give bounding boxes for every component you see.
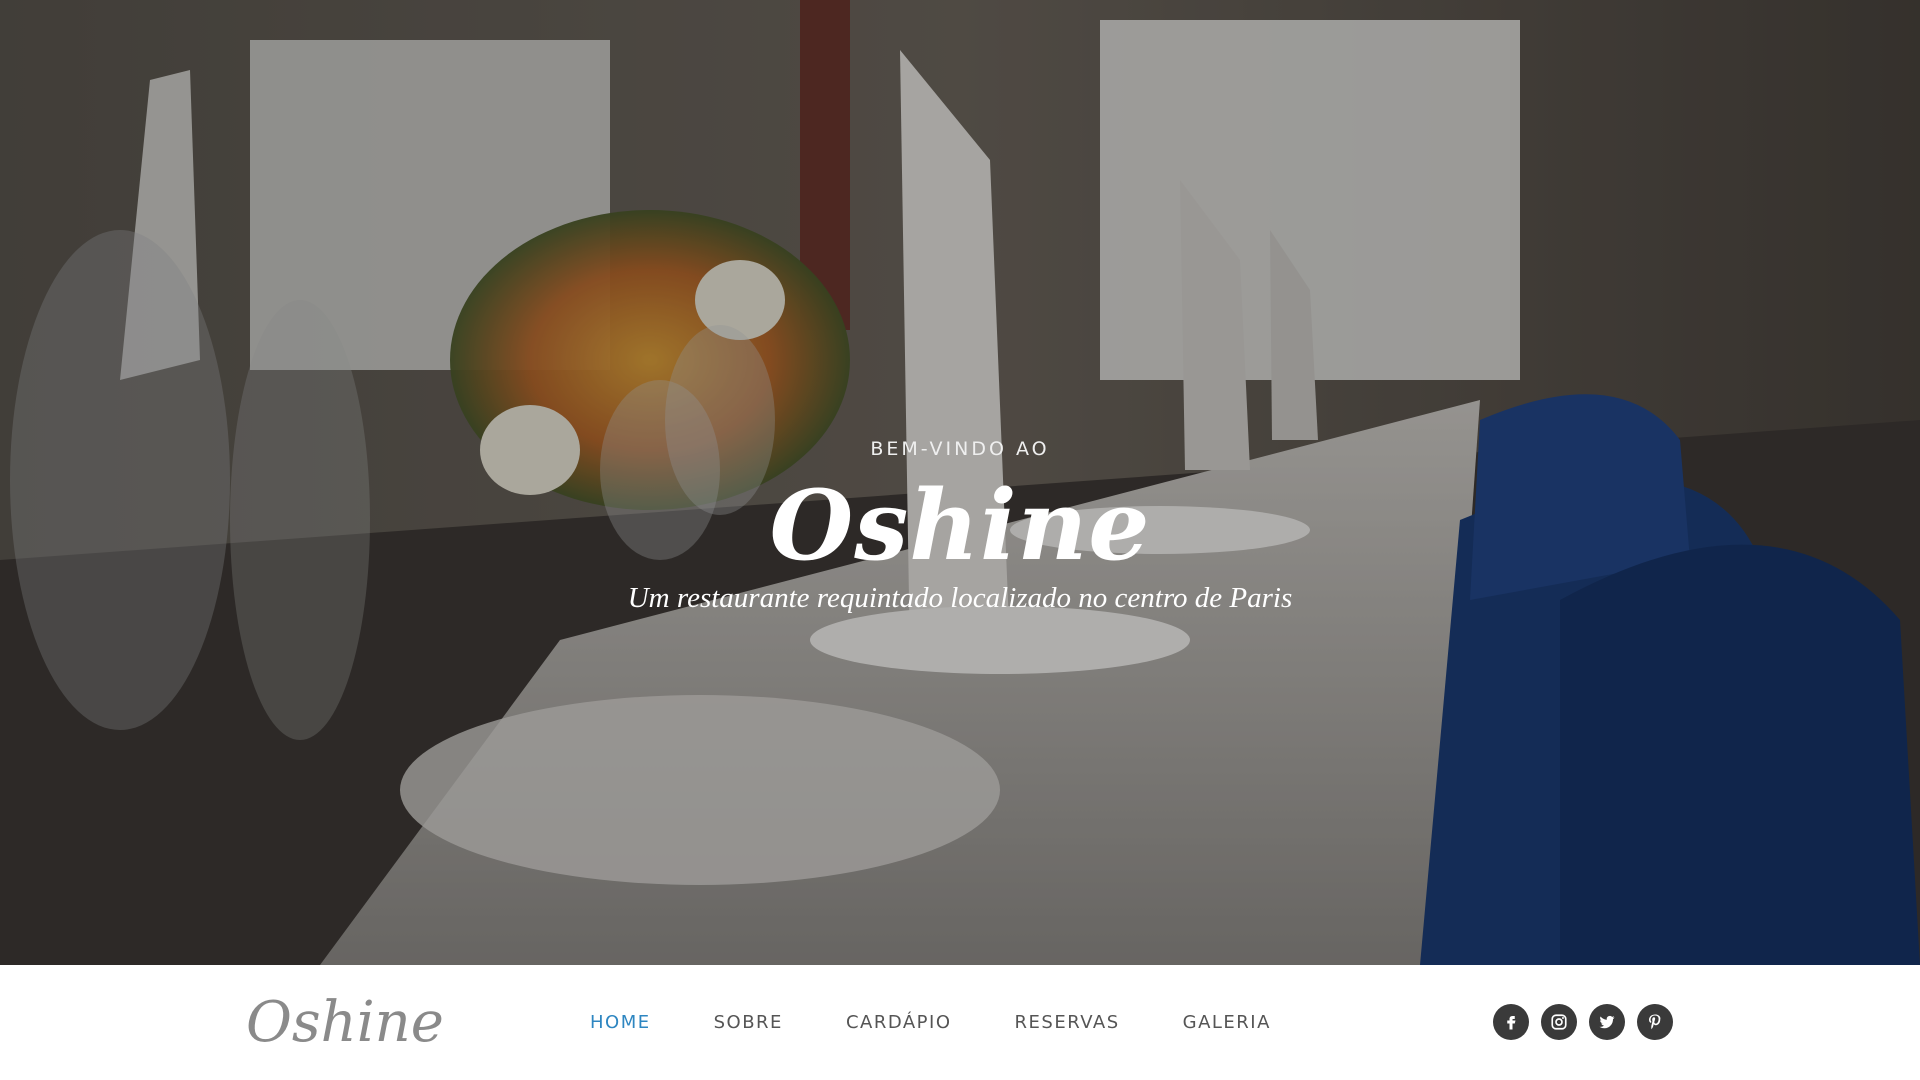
main-navbar: Oshine HOME SOBRE CARDÁPIO RESERVAS GALE… (0, 965, 1920, 1080)
hero-tagline: Um restaurante requintado localizado no … (627, 582, 1293, 614)
social-links (1493, 1004, 1685, 1040)
menu-item-galeria[interactable]: GALERIA (1183, 1012, 1271, 1033)
main-menu: HOME SOBRE CARDÁPIO RESERVAS GALERIA (590, 965, 1334, 1080)
instagram-icon[interactable] (1541, 1004, 1577, 1040)
hero-section: BEM-VINDO AO Oshine Um restaurante requi… (0, 0, 1920, 965)
twitter-icon[interactable] (1589, 1004, 1625, 1040)
site-logo[interactable]: Oshine (246, 995, 444, 1051)
menu-item-cardapio[interactable]: CARDÁPIO (846, 1012, 952, 1033)
hero-text-block: BEM-VINDO AO Oshine Um restaurante requi… (0, 438, 1920, 615)
menu-item-home[interactable]: HOME (590, 1012, 651, 1033)
menu-item-reservas[interactable]: RESERVAS (1015, 1012, 1120, 1033)
menu-item-sobre[interactable]: SOBRE (714, 1012, 783, 1033)
pinterest-icon[interactable] (1637, 1004, 1673, 1040)
facebook-icon[interactable] (1493, 1004, 1529, 1040)
hero-kicker: BEM-VINDO AO (870, 438, 1050, 460)
hero-title: Oshine (769, 469, 1151, 582)
